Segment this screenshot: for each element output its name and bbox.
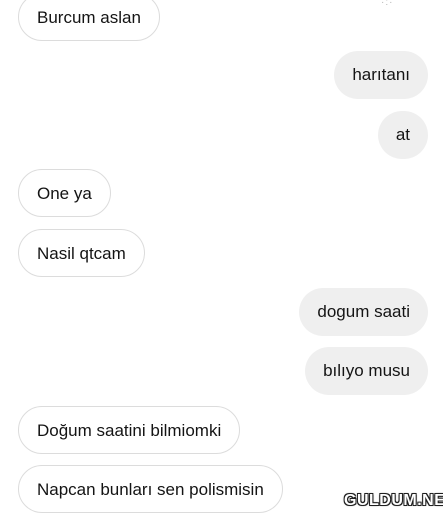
chat-thread: ·:· Burcum aslan harıtanı at One ya Nasi…: [0, 0, 443, 515]
message-bubble-incoming[interactable]: Nasil qtcam: [18, 229, 145, 277]
message-bubble-incoming[interactable]: One ya: [18, 169, 111, 217]
message-bubble-incoming[interactable]: Burcum aslan: [18, 0, 160, 41]
message-bubble-incoming[interactable]: Napcan bunları sen polismisin: [18, 465, 283, 513]
message-bubble-outgoing[interactable]: bılıyo musu: [305, 347, 428, 395]
message-bubble-outgoing[interactable]: harıtanı: [334, 51, 428, 99]
message-bubble-incoming[interactable]: Doğum saatini bilmiomki: [18, 406, 241, 454]
message-bubble-outgoing[interactable]: dogum saati: [299, 288, 428, 336]
message-bubble-outgoing[interactable]: at: [377, 111, 428, 159]
corner-mark-icon: ·:·: [381, 0, 394, 8]
watermark-logo: GULDUM.NET: [344, 492, 443, 509]
